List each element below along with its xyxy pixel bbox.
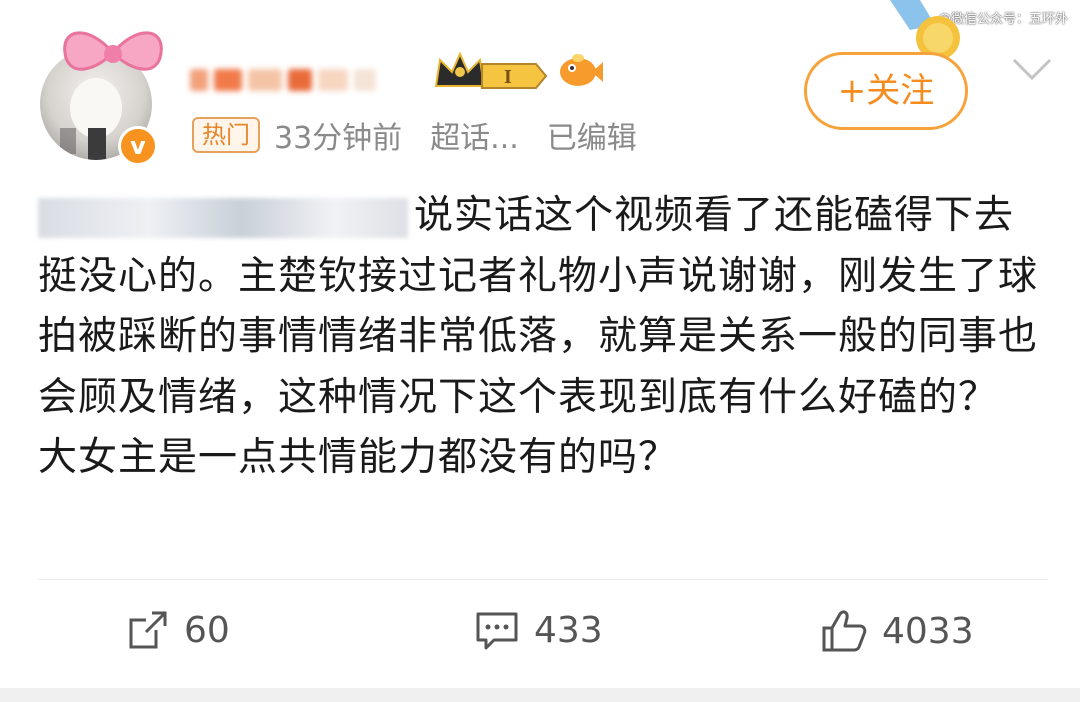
crown-vip-icon: I (434, 51, 548, 89)
like-count: 4033 (882, 610, 974, 652)
repost-icon (129, 611, 167, 649)
comment-button[interactable]: 433 (474, 608, 603, 652)
post-time: 33分钟前 (274, 121, 403, 156)
repost-button[interactable]: 60 (126, 608, 230, 652)
comment-count: 433 (534, 609, 603, 651)
post-meta: 热门 33分钟前 超话... 已编辑 (192, 113, 637, 157)
medal-badge-icon (890, 0, 960, 60)
footer-separator (0, 688, 1080, 702)
follow-button[interactable]: +关注 (804, 52, 968, 130)
repost-count: 60 (184, 609, 230, 651)
username-blurred[interactable] (190, 62, 420, 98)
like-button[interactable]: 4033 (820, 608, 974, 654)
divider (38, 579, 1048, 580)
topic-link[interactable]: 超话... (430, 113, 519, 157)
edited-label: 已编辑 (546, 121, 637, 156)
hot-tag: 热门 (192, 117, 260, 153)
blurred-text (38, 197, 408, 238)
fish-badge-icon (560, 54, 603, 86)
comment-icon (476, 612, 518, 650)
action-bar: 60 433 4033 (0, 608, 1080, 668)
like-icon (822, 610, 867, 652)
post-body: 说实话这个视频看了还能磕得下去挺没心的。主楚钦接过记者礼物小声说谢谢，刚发生了球… (38, 186, 1038, 489)
svg-text:I: I (504, 66, 512, 88)
avatar[interactable]: v (40, 31, 163, 166)
chevron-down-icon[interactable] (1008, 54, 1056, 84)
bow-decoration-icon (63, 31, 163, 71)
verified-icon: v (118, 126, 158, 166)
